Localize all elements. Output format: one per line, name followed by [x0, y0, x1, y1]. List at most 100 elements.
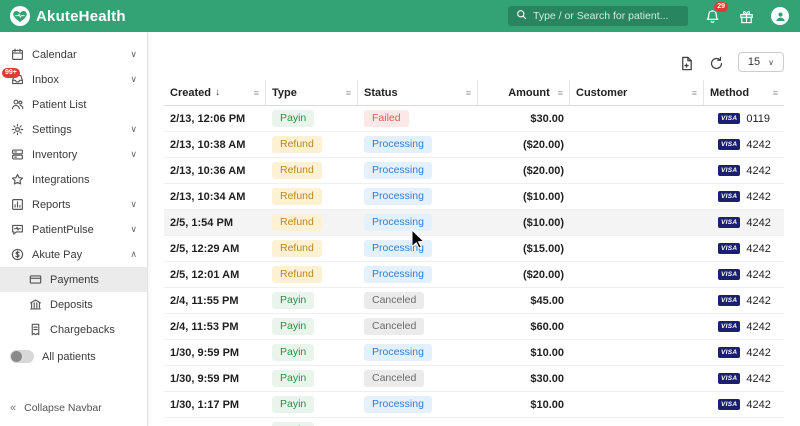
status-cell: Processing — [358, 265, 478, 284]
amount-cell: $10.00 — [530, 398, 564, 411]
status-badge: Canceled — [364, 317, 425, 336]
type-badge: Payin — [272, 343, 315, 362]
status-cell: Failed — [358, 109, 478, 128]
card-last4: 4242 — [746, 164, 771, 177]
amount-cell: $30.00 — [530, 372, 564, 385]
refresh-icon — [711, 56, 723, 69]
method-cell: VISA 4242 — [704, 191, 784, 203]
type-cell: Refund — [266, 213, 358, 232]
visa-badge: VISA — [718, 191, 741, 202]
type-badge: Payin — [272, 291, 315, 310]
column-header-created[interactable]: Created ↓ ≡ — [164, 80, 266, 105]
search-input[interactable] — [533, 10, 680, 22]
user-avatar-icon — [771, 7, 789, 25]
inventory-icon — [10, 148, 24, 162]
export-button[interactable] — [678, 54, 696, 72]
chevron-down-icon: ∨ — [130, 49, 137, 59]
type-cell: Refund — [266, 187, 358, 206]
column-header-type[interactable]: Type ≡ — [266, 80, 358, 105]
top-header: AkuteHealth 29 — [0, 0, 800, 32]
inbox-unread-badge: 99+ — [2, 68, 20, 78]
chevron-down-icon: ∨ — [130, 74, 137, 84]
table-row[interactable]: 2/5, 12:01 AM Refund Processing ($20.00) VIS… — [164, 262, 784, 288]
visa-badge: VISA — [718, 373, 741, 384]
column-label: Created — [170, 86, 211, 99]
app-logo[interactable]: AkuteHealth — [10, 6, 126, 26]
sidebar-item-label: Chargebacks — [50, 323, 115, 336]
refresh-button[interactable] — [708, 54, 726, 72]
sidebar-item-inbox[interactable]: 99+ Inbox ∨ — [0, 67, 147, 92]
created-cell: 1/30, 1:17 PM — [170, 398, 240, 411]
rewards-button[interactable] — [736, 6, 756, 26]
visa-badge: VISA — [718, 347, 741, 358]
reports-icon — [10, 198, 24, 212]
column-menu-icon[interactable]: ≡ — [692, 88, 697, 98]
column-label: Customer — [576, 86, 628, 99]
table-row[interactable]: 2/13, 10:36 AM Refund Processing ($20.00) VI… — [164, 158, 784, 184]
deposits-icon — [28, 298, 42, 312]
column-header-amount[interactable]: Amount ≡ — [478, 80, 570, 105]
collapse-navbar-label: Collapse Navbar — [24, 402, 102, 414]
sidebar-item-integrations[interactable]: Integrations — [0, 167, 147, 192]
table-row[interactable]: 2/5, 1:54 PM Refund Processing ($10.00) VISA… — [164, 210, 784, 236]
patient-search[interactable] — [508, 6, 688, 26]
column-menu-icon[interactable]: ≡ — [466, 88, 471, 98]
column-menu-icon[interactable]: ≡ — [346, 88, 351, 98]
table-row[interactable]: 2/4, 11:53 PM Payin Canceled $60.00 VISA 4242 — [164, 314, 784, 340]
table-row[interactable]: 1/30, 1:17 PM Payin Processing $10.00 VISA 42… — [164, 392, 784, 418]
table-row[interactable]: 2/13, 12:06 PM Payin Failed $30.00 VISA 0119 — [164, 106, 784, 132]
sidebar-item-calendar[interactable]: Calendar ∨ — [0, 42, 147, 67]
notifications-button[interactable]: 29 — [702, 2, 728, 26]
method-cell: VISA 0119 — [704, 113, 784, 125]
table-row[interactable]: 1/30, 9:59 PM Payin Processing $10.00 VISA 42… — [164, 340, 784, 366]
created-cell: 1/30, 9:59 PM — [170, 372, 240, 385]
search-icon — [516, 7, 527, 25]
all-patients-toggle[interactable] — [10, 350, 34, 363]
created-cell: 2/4, 11:55 PM — [170, 294, 239, 307]
all-patients-label: All patients — [42, 350, 96, 363]
table-row[interactable]: 2/13, 10:34 AM Refund Processing ($10.00) VI… — [164, 184, 784, 210]
sidebar-item-settings[interactable]: Settings ∨ — [0, 117, 147, 142]
payments-icon — [28, 273, 42, 287]
table-row[interactable]: Payin — [164, 418, 784, 426]
sidebar-item-label: Deposits — [50, 298, 93, 311]
sidebar-item-akute-pay[interactable]: Akute Pay ∧ — [0, 242, 147, 267]
column-menu-icon[interactable]: ≡ — [558, 88, 563, 98]
brand-name: AkuteHealth — [36, 7, 126, 25]
sidebar-item-patient-list[interactable]: Patient List — [0, 92, 147, 117]
page-size-select[interactable]: 15 ∨ — [737, 52, 784, 72]
card-last4: 4242 — [746, 242, 771, 255]
method-cell: VISA 4242 — [704, 295, 784, 307]
sidebar-item-chargebacks[interactable]: Chargebacks — [0, 317, 147, 342]
sidebar-item-deposits[interactable]: Deposits — [0, 292, 147, 317]
patientpulse-icon — [10, 223, 24, 237]
sidebar-item-inventory[interactable]: Inventory ∨ — [0, 142, 147, 167]
settings-icon — [10, 123, 24, 137]
table-row[interactable]: 2/13, 10:38 AM Refund Processing ($20.00) VI… — [164, 132, 784, 158]
amount-cell: ($10.00) — [523, 216, 564, 229]
column-label: Status — [364, 86, 398, 99]
column-header-customer[interactable]: Customer ≡ — [570, 80, 704, 105]
status-badge: Canceled — [364, 369, 425, 388]
akute-pay-icon — [10, 248, 24, 262]
table-row[interactable]: 2/4, 11:55 PM Payin Canceled $45.00 VISA 4242 — [164, 288, 784, 314]
amount-cell: $45.00 — [530, 294, 564, 307]
table-row[interactable]: 2/5, 12:29 AM Refund Processing ($15.00) VIS… — [164, 236, 784, 262]
column-menu-icon[interactable]: ≡ — [773, 88, 778, 98]
type-cell: Payin — [266, 291, 358, 310]
column-menu-icon[interactable]: ≡ — [254, 88, 259, 98]
export-icon — [682, 56, 693, 70]
column-header-method[interactable]: Method ≡ — [704, 80, 784, 105]
collapse-navbar-button[interactable]: « Collapse Navbar — [0, 394, 147, 426]
card-last4: 0119 — [746, 112, 771, 125]
table-row[interactable]: 1/30, 9:59 PM Payin Canceled $30.00 VISA 4242 — [164, 366, 784, 392]
method-cell: VISA 4242 — [704, 243, 784, 255]
sidebar-item-patientpulse[interactable]: PatientPulse ∨ — [0, 217, 147, 242]
sidebar-item-payments[interactable]: Payments — [0, 267, 147, 292]
card-last4: 4242 — [746, 346, 771, 359]
column-header-status[interactable]: Status ≡ — [358, 80, 478, 105]
sidebar-item-reports[interactable]: Reports ∨ — [0, 192, 147, 217]
sidebar-item-label: Inbox — [32, 73, 59, 86]
sidebar: Calendar ∨ 99+ Inbox ∨ Patient List Settings ∨ I… — [0, 32, 148, 426]
account-button[interactable] — [770, 6, 790, 26]
